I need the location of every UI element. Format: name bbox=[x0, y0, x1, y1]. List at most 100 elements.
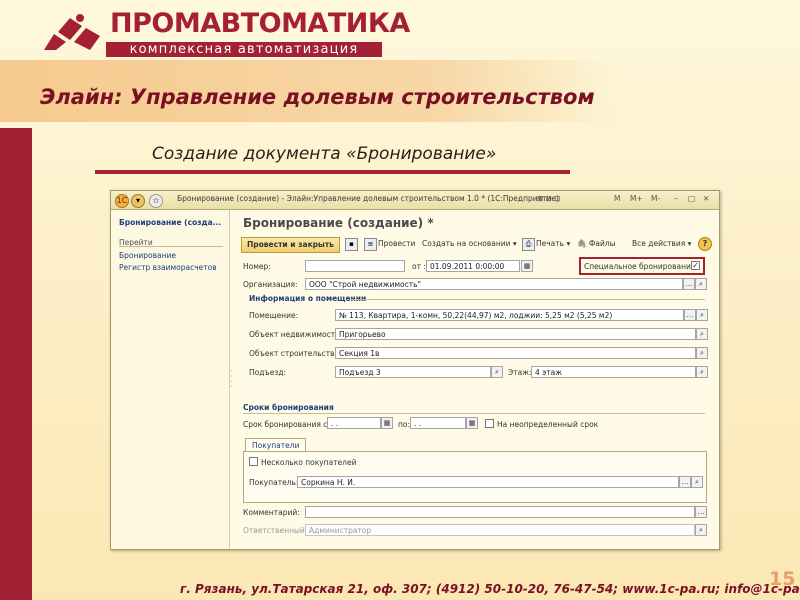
room-label: Помещение: bbox=[249, 311, 299, 320]
search-icon[interactable]: ⌕ bbox=[691, 476, 703, 488]
organization-field[interactable]: ООО "Строй недвижимость" bbox=[305, 278, 683, 290]
search-icon[interactable]: ⌕ bbox=[491, 366, 503, 378]
select-button[interactable]: … bbox=[684, 309, 696, 321]
all-actions-button[interactable]: Все действия ▾ bbox=[632, 239, 691, 248]
sidebar-divider bbox=[119, 246, 223, 247]
date-field[interactable]: 01.09.2011 0:00:00 bbox=[426, 260, 520, 272]
logo-tagline: комплексная автоматизация bbox=[106, 42, 382, 57]
estate-label: Объект недвижимости: bbox=[249, 330, 343, 339]
print-icon[interactable]: ⎙ bbox=[522, 238, 535, 251]
indefinite-term-label: На неопределенный срок bbox=[497, 420, 599, 429]
organization-label: Организация: bbox=[243, 280, 298, 289]
save-icon[interactable]: ▪ bbox=[345, 238, 358, 251]
room-field[interactable]: № 113, Квартира, 1-комн, 50,22(44,97) м2… bbox=[335, 309, 684, 321]
select-button[interactable]: … bbox=[679, 476, 691, 488]
number-field[interactable] bbox=[305, 260, 405, 272]
search-icon[interactable]: ⌕ bbox=[696, 366, 708, 378]
search-icon[interactable]: ⌕ bbox=[696, 309, 708, 321]
slide-subtitle: Создание документа «Бронирование» bbox=[152, 144, 497, 164]
logo-wordmark: ПРОМАВТОМАТИКА bbox=[110, 8, 410, 39]
calendar-icon[interactable]: ▦ bbox=[466, 417, 478, 429]
all-actions-label: Все действия bbox=[632, 239, 686, 248]
logo-mark-icon bbox=[44, 14, 100, 50]
app-window: 1С ▾ ☆ Бронирование (создание) - Элайн:У… bbox=[110, 190, 720, 550]
logo-word-part2: АВТОМАТИКА bbox=[200, 8, 410, 39]
multiple-buyers-checkbox[interactable] bbox=[249, 457, 258, 466]
search-icon[interactable]: ⌕ bbox=[695, 278, 707, 290]
print-label: Печать bbox=[536, 239, 565, 248]
period-from-field[interactable]: . . bbox=[327, 417, 381, 429]
form-toolbar: Провести и закрыть ▪ ≡ Провести Создать … bbox=[241, 237, 712, 253]
window-title: Бронирование (создание) - Элайн:Управлен… bbox=[177, 194, 559, 203]
print-button[interactable]: Печать ▾ bbox=[536, 239, 570, 248]
help-icon[interactable]: ? bbox=[698, 237, 712, 251]
select-button[interactable]: … bbox=[695, 506, 707, 518]
window-tool-icons[interactable]: ⊞ ⊟ ⊡ bbox=[537, 194, 561, 203]
panel-splitter-handle[interactable]: · · · · bbox=[230, 368, 233, 391]
document-title: Бронирование (создание) * bbox=[243, 216, 434, 230]
slide-title: Элайн: Управление долевым строительством bbox=[40, 85, 595, 109]
window-titlebar: 1С ▾ ☆ Бронирование (создание) - Элайн:У… bbox=[111, 191, 719, 210]
window-menu-icon[interactable]: ▾ bbox=[131, 194, 145, 208]
number-label: Номер: bbox=[243, 262, 271, 271]
construction-field[interactable]: Секция 1в bbox=[335, 347, 696, 359]
app-logo-icon[interactable]: 1С bbox=[115, 194, 129, 208]
paperclip-icon: 🖇 bbox=[577, 239, 587, 248]
sidebar-link-settlements-register[interactable]: Регистр взаиморасчетов bbox=[119, 263, 217, 272]
buyer-field[interactable]: Соркина Н. И. bbox=[297, 476, 679, 488]
chevron-down-icon: ▾ bbox=[687, 239, 692, 248]
period-to-label: по: bbox=[398, 420, 411, 429]
footer-contacts: г. Рязань, ул.Татарская 21, оф. 307; (49… bbox=[180, 582, 800, 596]
floor-label: Этаж: bbox=[508, 368, 532, 377]
chevron-down-icon: ▾ bbox=[512, 239, 517, 248]
create-based-on-label: Создать на основании bbox=[422, 239, 511, 248]
special-booking-checkbox[interactable]: ✓ bbox=[691, 261, 700, 270]
search-icon[interactable]: ⌕ bbox=[696, 347, 708, 359]
left-accent-bar bbox=[0, 128, 32, 600]
floor-field[interactable]: 4 этаж bbox=[531, 366, 696, 378]
navigation-sidebar: Бронирование (созда... Перейти Бронирова… bbox=[111, 210, 230, 549]
comment-label: Комментарий: bbox=[243, 508, 300, 517]
memory-button-m[interactable]: M bbox=[614, 194, 620, 203]
memory-button-mminus[interactable]: M- bbox=[651, 194, 660, 203]
subtitle-underline bbox=[95, 170, 570, 174]
period-group-title: Сроки бронирования bbox=[243, 403, 334, 412]
search-icon[interactable]: ⌕ bbox=[696, 328, 708, 340]
period-from-label: Срок бронирования с: bbox=[243, 420, 330, 429]
entrance-label: Подъезд: bbox=[249, 368, 287, 377]
files-label: Файлы bbox=[588, 239, 616, 248]
create-based-on-button[interactable]: Создать на основании ▾ bbox=[422, 239, 517, 248]
group-divider bbox=[347, 299, 705, 300]
responsible-label: Ответственный: bbox=[243, 526, 308, 535]
select-button[interactable]: … bbox=[683, 278, 695, 290]
close-icon[interactable]: ✕ bbox=[703, 194, 709, 203]
tab-buyers[interactable]: Покупатели bbox=[245, 438, 307, 452]
buyer-label: Покупатель: bbox=[249, 478, 299, 487]
responsible-field[interactable]: Администратор bbox=[305, 524, 695, 536]
document-form: Бронирование (создание) * Провести и зак… bbox=[235, 210, 715, 549]
memory-button-mplus[interactable]: M+ bbox=[630, 194, 643, 203]
files-button[interactable]: 🖇 Файлы bbox=[577, 239, 616, 248]
date-label: от : bbox=[412, 262, 426, 271]
sidebar-link-booking[interactable]: Бронирование bbox=[119, 251, 176, 260]
calendar-icon[interactable]: ▦ bbox=[521, 260, 533, 272]
page-number: 15 bbox=[769, 568, 796, 590]
multiple-buyers-label: Несколько покупателей bbox=[261, 458, 357, 467]
minimize-icon[interactable]: – bbox=[674, 194, 678, 203]
post-and-close-button[interactable]: Провести и закрыть bbox=[241, 237, 340, 253]
chevron-down-icon: ▾ bbox=[566, 239, 571, 248]
post-button[interactable]: Провести bbox=[378, 239, 415, 248]
search-icon[interactable]: ⌕ bbox=[695, 524, 707, 536]
construction-label: Объект строительства: bbox=[249, 349, 342, 358]
period-to-field[interactable]: . . bbox=[410, 417, 466, 429]
entrance-field[interactable]: Подъезд 3 bbox=[335, 366, 491, 378]
sidebar-header: Бронирование (созда... bbox=[119, 218, 222, 227]
post-icon[interactable]: ≡ bbox=[364, 238, 377, 251]
comment-field[interactable] bbox=[305, 506, 695, 518]
estate-field[interactable]: Пригорьево bbox=[335, 328, 696, 340]
calendar-icon[interactable]: ▦ bbox=[381, 417, 393, 429]
favorite-star-icon[interactable]: ☆ bbox=[149, 194, 163, 208]
indefinite-term-checkbox[interactable] bbox=[485, 419, 494, 428]
logo-word-part1: ПРОМ bbox=[110, 8, 201, 39]
maximize-icon[interactable]: □ bbox=[688, 194, 695, 203]
